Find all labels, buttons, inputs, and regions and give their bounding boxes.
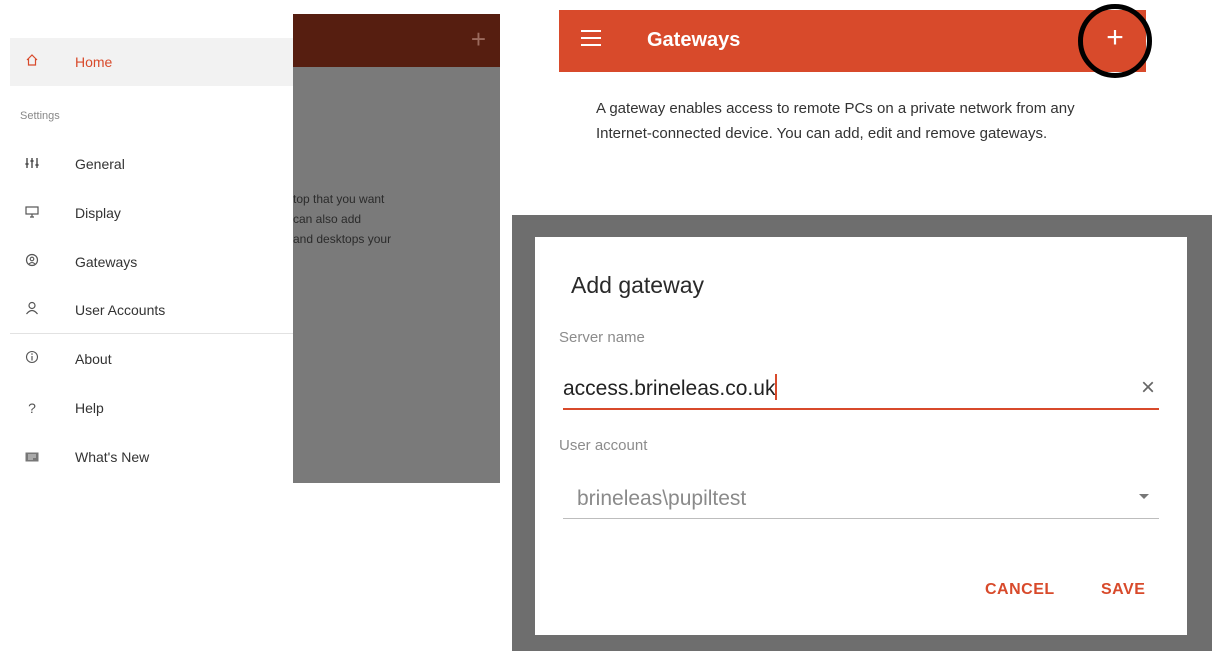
clear-icon[interactable]: × <box>1141 376 1155 400</box>
background-text: top that you want can also add and deskt… <box>293 189 500 249</box>
settings-section-header: Settings <box>20 110 60 122</box>
gateways-description: A gateway enables access to remote PCs o… <box>596 100 1075 142</box>
drawer-item-general[interactable]: General <box>10 140 293 188</box>
drawer-item-about[interactable]: About <box>10 335 293 383</box>
user-account-label: User account <box>559 437 648 454</box>
drawer-item-label: General <box>75 156 125 172</box>
drawer-item-gateways[interactable]: Gateways <box>10 238 293 286</box>
info-icon <box>22 349 42 369</box>
navigation-panel: + top that you want can also add and des… <box>0 14 500 484</box>
drawer-item-whats-new[interactable]: What's New <box>10 433 293 481</box>
dimmed-app-bar: + <box>293 14 500 67</box>
add-gateway-button[interactable]: + <box>1078 4 1152 78</box>
drawer-item-help[interactable]: ? Help <box>10 384 293 432</box>
page-title: Gateways <box>647 29 741 51</box>
navigation-drawer: Home Settings General Display Gateways U… <box>0 14 293 484</box>
drawer-item-user-accounts[interactable]: User Accounts <box>10 286 293 334</box>
gateway-icon <box>22 252 42 272</box>
dropdown-arrow-icon <box>1139 494 1149 499</box>
drawer-item-label: About <box>75 351 112 367</box>
user-account-value: brineleas\pupiltest <box>577 487 747 510</box>
background-text-line: and desktops your <box>293 232 392 246</box>
drawer-item-display[interactable]: Display <box>10 189 293 237</box>
drawer-item-home[interactable]: Home <box>10 38 293 86</box>
background-text-line: can also add <box>293 212 362 226</box>
drawer-item-label: Help <box>75 400 104 416</box>
dialog-backdrop: Add gateway Server name access.brineleas… <box>512 215 1212 651</box>
home-icon <box>22 52 42 72</box>
drawer-item-label: Gateways <box>75 254 138 270</box>
server-name-label: Server name <box>559 329 645 346</box>
drawer-item-label: Home <box>75 54 113 70</box>
text-cursor <box>775 374 778 400</box>
user-account-dropdown[interactable]: brineleas\pupiltest <box>563 480 1159 519</box>
whats-new-icon <box>22 447 42 467</box>
sliders-icon <box>22 154 42 174</box>
background-text-line: top that you want <box>293 192 385 206</box>
save-button[interactable]: SAVE <box>1101 581 1145 599</box>
drawer-item-label: User Accounts <box>75 302 166 318</box>
plus-icon: + <box>1106 21 1124 54</box>
drawer-item-label: Display <box>75 205 121 221</box>
drawer-item-label: What's New <box>75 449 150 465</box>
server-name-value: access.brineleas.co.uk <box>563 374 778 403</box>
hamburger-menu-icon[interactable] <box>581 30 601 46</box>
dialog-title: Add gateway <box>571 272 704 298</box>
drawer-divider <box>10 333 293 334</box>
monitor-icon <box>22 203 42 223</box>
gateways-app-bar: Gateways <box>559 10 1146 72</box>
user-icon <box>22 300 42 320</box>
scrim-overlay[interactable]: top that you want can also add and deskt… <box>293 67 500 483</box>
server-name-input[interactable]: access.brineleas.co.uk × <box>563 370 1159 410</box>
help-icon: ? <box>28 400 36 416</box>
add-gateway-dialog: Add gateway Server name access.brineleas… <box>535 237 1187 635</box>
cancel-button[interactable]: CANCEL <box>985 581 1055 599</box>
plus-icon: + <box>470 24 486 54</box>
server-name-text: access.brineleas.co.uk <box>563 377 776 400</box>
